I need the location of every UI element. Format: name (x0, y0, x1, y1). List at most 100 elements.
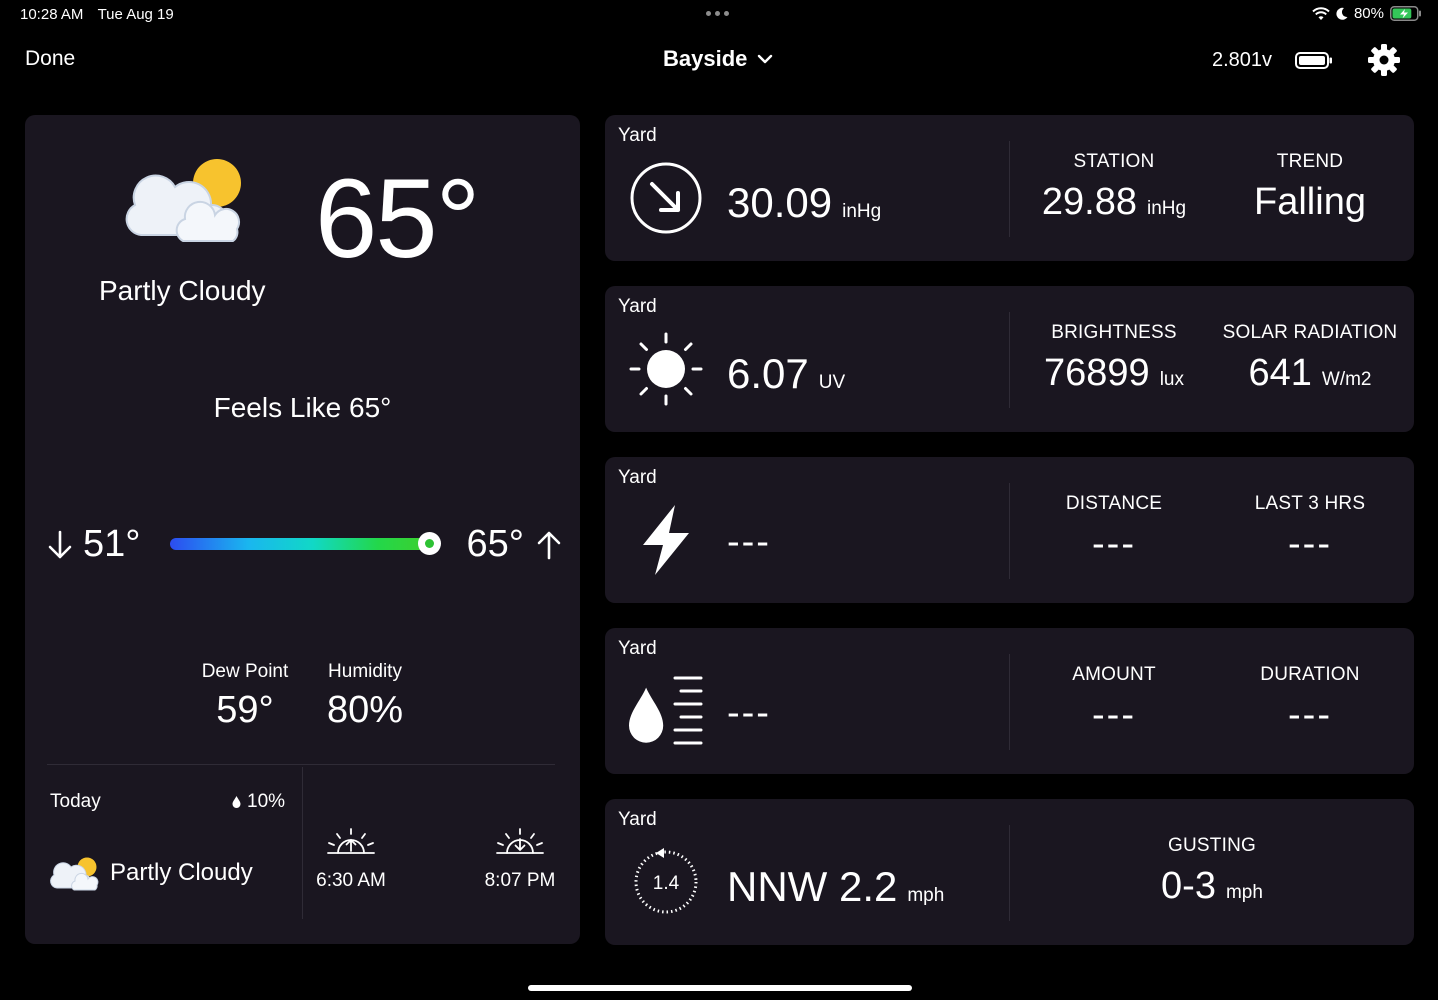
station-pressure: STATION 29.88 inHg (1014, 151, 1214, 224)
temperature-range-bar (170, 538, 430, 550)
wind-card[interactable]: Yard 1.4 NNW 2.2 mph GUSTING 0-3 mph (605, 799, 1414, 945)
rain-value: --- (727, 692, 771, 734)
wind-dial-value: 1.4 (653, 873, 680, 894)
sunrise-icon (327, 828, 375, 854)
sunrise: 6:30 AM (296, 825, 406, 892)
sensor-location: Yard (618, 467, 657, 488)
rain-amount-label: AMOUNT (1072, 664, 1156, 685)
divider (1009, 825, 1010, 921)
solar-radiation-label: SOLAR RADIATION (1222, 322, 1398, 343)
brightness: BRIGHTNESS 76899 lux (1014, 322, 1214, 395)
wind-reading: NNW 2.2 mph (727, 863, 944, 911)
station-name: Bayside (663, 46, 748, 71)
divider (1009, 483, 1010, 579)
station-pressure-unit: inHg (1147, 198, 1187, 219)
lightning-distance: DISTANCE --- (1014, 493, 1214, 566)
today-label: Today (50, 791, 101, 812)
battery-voltage: 2.801v (1212, 49, 1273, 71)
brightness-label: BRIGHTNESS (1051, 322, 1177, 343)
battery-charging-icon (1390, 6, 1421, 21)
wind-gusting-label: GUSTING (1168, 835, 1256, 856)
divider (1009, 312, 1010, 408)
done-button[interactable]: Done (25, 47, 75, 71)
brightness-value: 76899 (1044, 352, 1150, 394)
sensor-location: Yard (618, 125, 657, 146)
solar-radiation-unit: W/m2 (1321, 369, 1372, 390)
rain-icon (629, 676, 703, 745)
uv-unit: UV (818, 372, 846, 393)
sunset-time: 8:07 PM (484, 870, 556, 891)
sensor-location: Yard (618, 809, 657, 830)
sensor-location: Yard (618, 638, 657, 659)
raindrop-icon (232, 796, 241, 808)
rain-duration-label: DURATION (1260, 664, 1360, 685)
partly-cloudy-icon (50, 857, 99, 891)
dew-point-label: Dew Point (201, 661, 289, 682)
moon-icon (1336, 7, 1348, 20)
humidity-label: Humidity (328, 661, 402, 682)
uv-value: 6.07 (727, 350, 809, 397)
wind-unit: mph (907, 885, 945, 906)
dew-point: Dew Point 59° (193, 661, 297, 732)
battery-percent: 80% (1353, 5, 1384, 22)
low-temperature: 51° (47, 523, 140, 566)
precipitation-chance: 10% (232, 791, 285, 813)
high-temperature: 65° (467, 523, 562, 566)
wind-gusting: GUSTING 0-3 mph (1112, 835, 1312, 908)
brightness-unit: lux (1159, 369, 1184, 390)
humidity-value: 80% (326, 689, 404, 731)
lightning-reading: --- (727, 521, 771, 564)
status-time: 10:28 AM (20, 6, 84, 23)
rain-card[interactable]: Yard --- AMOUNT --- DURATION --- (605, 628, 1414, 774)
pressure-trend: TREND Falling (1210, 151, 1410, 224)
rain-amount-value: --- (1092, 694, 1136, 736)
lightning-last-3-hours: LAST 3 HRS --- (1210, 493, 1410, 566)
low-temperature-value: 51° (83, 523, 141, 565)
pressure-value: 30.09 (727, 179, 833, 226)
sunset: 8:07 PM (465, 825, 575, 892)
chevron-down-icon (758, 54, 773, 64)
solar-radiation: SOLAR RADIATION 641 W/m2 (1210, 322, 1410, 395)
status-bar-right: 80% (1312, 5, 1422, 22)
current-conditions-panel[interactable]: 65° Partly Cloudy Feels Like 65° 51° 65°… (25, 115, 580, 944)
divider (1009, 654, 1010, 750)
solar-card[interactable]: Yard 6.07 UV BRIGHTNESS 76899 lux SOLAR … (605, 286, 1414, 432)
wifi-icon (1312, 6, 1330, 20)
humidity: Humidity 80% (317, 661, 413, 732)
pressure-trend-label: TREND (1276, 151, 1344, 172)
feels-like: Feels Like 65° (213, 392, 392, 423)
today-condition: Partly Cloudy (110, 859, 253, 886)
gear-icon[interactable] (1366, 42, 1402, 78)
lightning-distance-value: --- (1092, 523, 1136, 565)
current-condition: Partly Cloudy (99, 275, 266, 306)
pressure-unit: inHg (842, 201, 882, 222)
divider (1009, 141, 1010, 237)
dew-point-value: 59° (216, 689, 274, 731)
multitasking-dots[interactable] (706, 11, 729, 16)
rain-duration-value: --- (1288, 694, 1332, 736)
wind-gusting-unit: mph (1225, 882, 1263, 903)
divider (47, 764, 555, 765)
home-indicator[interactable] (528, 985, 912, 991)
sunset-icon (496, 828, 544, 854)
arrow-up-icon (537, 531, 561, 559)
station-selector[interactable]: Bayside (663, 46, 773, 72)
rain-amount: AMOUNT --- (1014, 664, 1214, 737)
pressure-reading: 30.09 inHg (727, 179, 881, 227)
lightning-last-3-hours-label: LAST 3 HRS (1254, 493, 1366, 514)
uv-reading: 6.07 UV (727, 350, 845, 398)
status-date: Tue Aug 19 (97, 6, 174, 23)
lightning-value: --- (727, 521, 771, 563)
sun-icon (629, 332, 703, 406)
wind-gusting-value: 0-3 (1161, 865, 1216, 907)
wind-value: NNW 2.2 (727, 863, 898, 910)
precipitation-chance-value: 10% (247, 791, 286, 812)
pressure-falling-icon (630, 162, 702, 234)
lightning-icon (643, 505, 689, 575)
wind-dial-icon: 1.4 (634, 848, 698, 914)
arrow-down-icon (48, 530, 72, 558)
lightning-card[interactable]: Yard --- DISTANCE --- LAST 3 HRS --- (605, 457, 1414, 603)
sunrise-time: 6:30 AM (316, 870, 386, 891)
pressure-card[interactable]: Yard 30.09 inHg STATION 29.88 inHg TREND… (605, 115, 1414, 261)
pressure-trend-value: Falling (1254, 181, 1366, 223)
